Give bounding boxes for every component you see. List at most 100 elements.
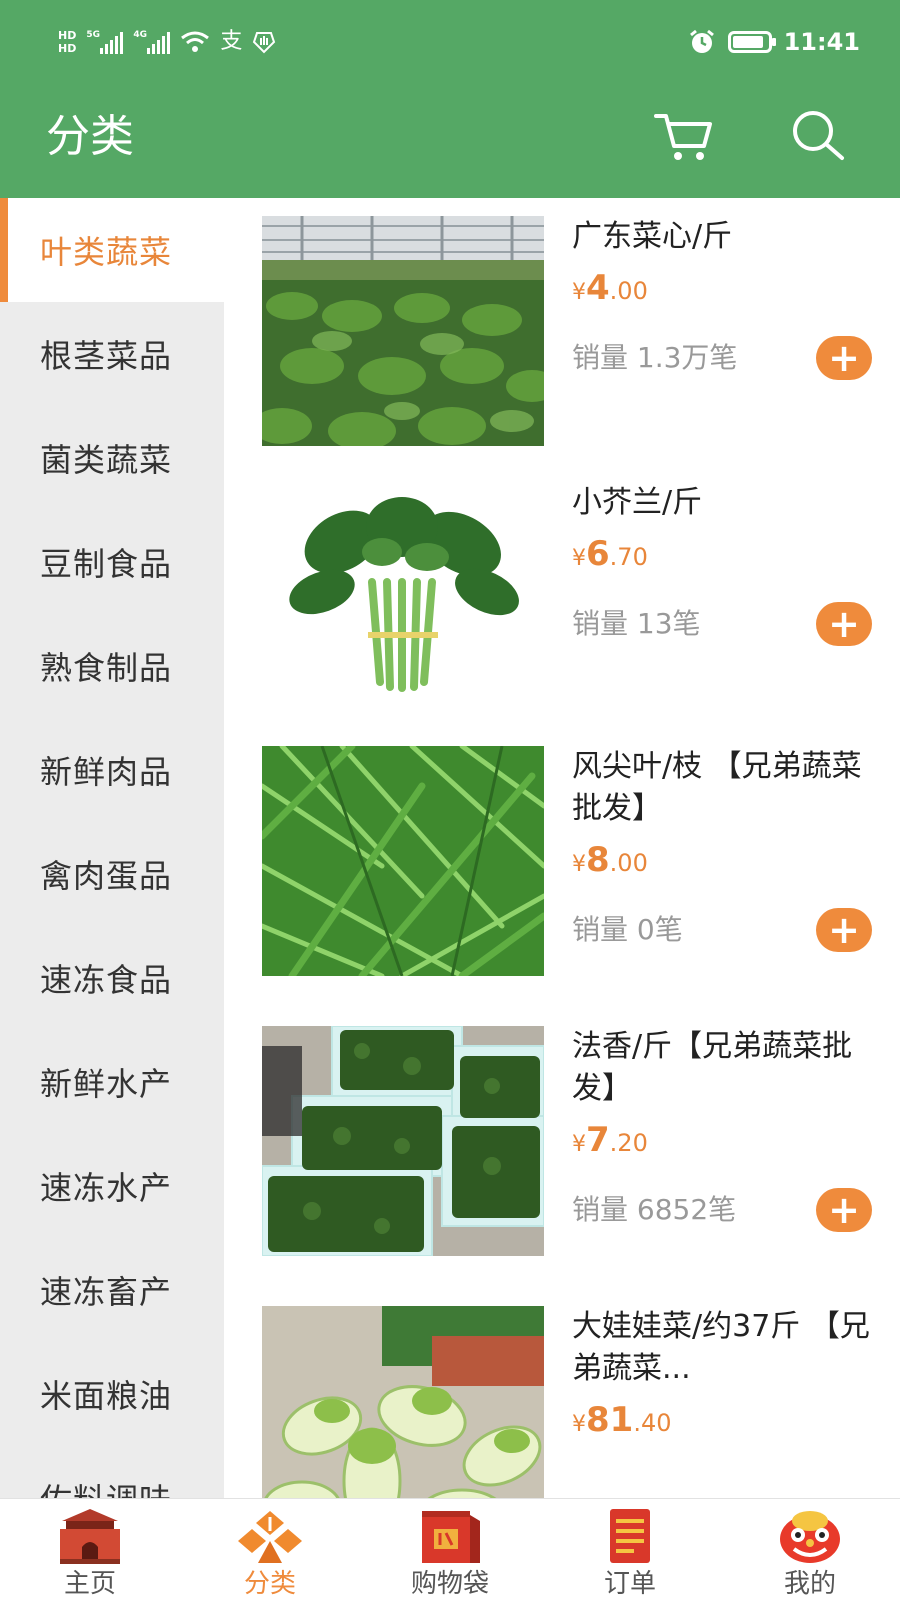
price-currency: ¥ (572, 852, 586, 877)
sidebar-item-poultry-eggs[interactable]: 禽肉蛋品 (0, 822, 224, 926)
sidebar-item-label: 速冻畜产 (40, 1273, 173, 1311)
product-name[interactable]: 小芥兰/斤 (572, 482, 872, 524)
sidebar-item-fresh-seafood[interactable]: 新鲜水产 (0, 1030, 224, 1134)
sidebar-item-label: 佐料调味 (40, 1475, 172, 1498)
product-image[interactable] (262, 1306, 544, 1498)
price-currency: ¥ (572, 1412, 586, 1437)
search-button[interactable] (786, 106, 850, 166)
signal-icon: 5G (86, 30, 124, 54)
hd-label-2: HD (58, 42, 77, 55)
product-list[interactable]: 广东菜心/斤 ¥4.00 销量 1.3万笔 + 小芥兰/斤 ¥6.70 销量 1… (224, 198, 900, 1498)
status-bar: HD HD 5G 4G 支 11:41 (0, 0, 900, 84)
nav-label: 分类 (243, 1569, 296, 1599)
product-card[interactable]: 风尖叶/枝 【兄弟蔬菜批发】 ¥8.00 销量 0笔 + (224, 728, 900, 1008)
alarm-icon (689, 29, 714, 53)
sidebar-item-root-vegetables[interactable]: 根茎菜品 (0, 302, 224, 406)
sidebar-item-leaf-vegetables[interactable]: 叶类蔬菜 (0, 198, 224, 302)
product-info: 大娃娃菜/约37斤 【兄弟蔬菜... ¥81.40 (572, 1306, 872, 1446)
sidebar-item-label: 叶类蔬菜 (40, 233, 173, 271)
kale-bunch-image (262, 482, 544, 712)
sales-row: 销量 1.3万笔 + (572, 336, 872, 380)
product-name[interactable]: 大娃娃菜/约37斤 【兄弟蔬菜... (572, 1306, 872, 1390)
alipay-icon: 支 (220, 29, 243, 54)
price-currency: ¥ (572, 546, 586, 571)
sidebar-item-fresh-meat[interactable]: 新鲜肉品 (0, 718, 224, 822)
price-currency: ¥ (572, 1132, 586, 1157)
sidebar-item-label: 新鲜肉品 (40, 753, 173, 791)
product-name[interactable]: 广东菜心/斤 (572, 216, 872, 258)
product-info: 小芥兰/斤 ¥6.70 销量 13笔 + (572, 482, 872, 646)
add-to-cart-button[interactable]: + (816, 602, 872, 646)
price-decimal: .70 (609, 543, 648, 571)
cart-button[interactable] (652, 106, 716, 166)
bottom-nav: 主页 分类 购物袋 订单 我的 (0, 1498, 900, 1600)
sidebar-item-frozen-livestock[interactable]: 速冻畜产 (0, 1238, 224, 1342)
sidebar-item-mushrooms[interactable]: 菌类蔬菜 (0, 406, 224, 510)
product-price: ¥7.20 (572, 1120, 872, 1166)
network-type-1: 5G (86, 30, 100, 40)
shopping-bag-icon (416, 1507, 484, 1565)
signal-icon: 4G (133, 30, 171, 54)
sales-count: 销量 0笔 (572, 913, 683, 946)
product-price: ¥4.00 (572, 268, 872, 314)
sidebar-item-label: 豆制食品 (40, 545, 173, 583)
sidebar-item-label: 新鲜水产 (40, 1065, 173, 1103)
add-to-cart-button[interactable]: + (816, 1188, 872, 1232)
add-to-cart-button[interactable]: + (816, 336, 872, 380)
sidebar-item-rice-flour-oil[interactable]: 米面粮油 (0, 1342, 224, 1446)
sidebar-item-label: 米面粮油 (40, 1377, 173, 1415)
sidebar-item-label: 根茎菜品 (40, 337, 173, 375)
product-name[interactable]: 风尖叶/枝 【兄弟蔬菜批发】 (572, 746, 872, 830)
nav-shopping-bag[interactable]: 购物袋 (360, 1499, 540, 1600)
category-icon (236, 1507, 304, 1565)
product-card[interactable]: 法香/斤【兄弟蔬菜批发】 ¥7.20 销量 6852笔 + (224, 1008, 900, 1288)
network-type-2: 4G (133, 30, 147, 40)
nav-label: 购物袋 (410, 1569, 489, 1599)
nav-category[interactable]: 分类 (180, 1499, 360, 1600)
product-image[interactable] (262, 482, 544, 712)
hd-label-1: HD (58, 29, 77, 42)
sidebar-item-seasonings[interactable]: 佐料调味 (0, 1446, 224, 1498)
product-info: 广东菜心/斤 ¥4.00 销量 1.3万笔 + (572, 216, 872, 380)
nav-label: 订单 (603, 1569, 656, 1599)
nav-profile[interactable]: 我的 (720, 1499, 900, 1600)
add-to-cart-button[interactable]: + (816, 908, 872, 952)
sidebar-item-frozen-food[interactable]: 速冻食品 (0, 926, 224, 1030)
status-left: HD HD 5G 4G 支 (58, 20, 276, 64)
nav-orders[interactable]: 订单 (540, 1499, 720, 1600)
price-integer: 4 (586, 268, 610, 308)
nav-home[interactable]: 主页 (0, 1499, 180, 1600)
sidebar-item-bean-products[interactable]: 豆制食品 (0, 510, 224, 614)
sidebar-item-frozen-seafood[interactable]: 速冻水产 (0, 1134, 224, 1238)
hd-indicator: HD HD (58, 29, 76, 55)
nav-label: 我的 (783, 1569, 836, 1599)
price-decimal: .00 (609, 849, 648, 877)
product-card[interactable]: 大娃娃菜/约37斤 【兄弟蔬菜... ¥81.40 (224, 1288, 900, 1498)
status-time: 11:41 (783, 28, 860, 56)
price-integer: 7 (586, 1120, 610, 1160)
sidebar-item-cooked-food[interactable]: 熟食制品 (0, 614, 224, 718)
cart-icon (654, 114, 712, 160)
product-name[interactable]: 法香/斤【兄弟蔬菜批发】 (572, 1026, 872, 1110)
product-image[interactable] (262, 1026, 544, 1256)
hand-icon (253, 32, 276, 54)
app-header: HD HD 5G 4G 支 11:41 分类 (0, 0, 900, 198)
price-decimal: .20 (609, 1129, 648, 1157)
page-title: 分类 (46, 111, 134, 162)
product-image[interactable] (262, 746, 544, 976)
product-price: ¥6.70 (572, 534, 872, 580)
price-integer: 81 (586, 1400, 634, 1440)
price-integer: 6 (586, 534, 610, 574)
price-integer: 8 (586, 840, 610, 880)
greenhouse-vegetable-image (262, 216, 544, 446)
home-gate-icon (56, 1507, 124, 1565)
sidebar-item-label: 速冻水产 (40, 1169, 173, 1207)
category-sidebar[interactable]: 叶类蔬菜 根茎菜品 菌类蔬菜 豆制食品 熟食制品 新鲜肉品 禽肉蛋品 速冻食品 … (0, 198, 224, 1498)
sales-row: 销量 6852笔 + (572, 1188, 872, 1232)
product-card[interactable]: 广东菜心/斤 ¥4.00 销量 1.3万笔 + (224, 198, 900, 464)
product-card[interactable]: 小芥兰/斤 ¥6.70 销量 13笔 + (224, 464, 900, 728)
sales-count: 销量 6852笔 (572, 1193, 737, 1226)
sidebar-item-label: 速冻食品 (40, 961, 173, 999)
product-image[interactable] (262, 216, 544, 446)
napa-cabbage-image (262, 1306, 544, 1498)
